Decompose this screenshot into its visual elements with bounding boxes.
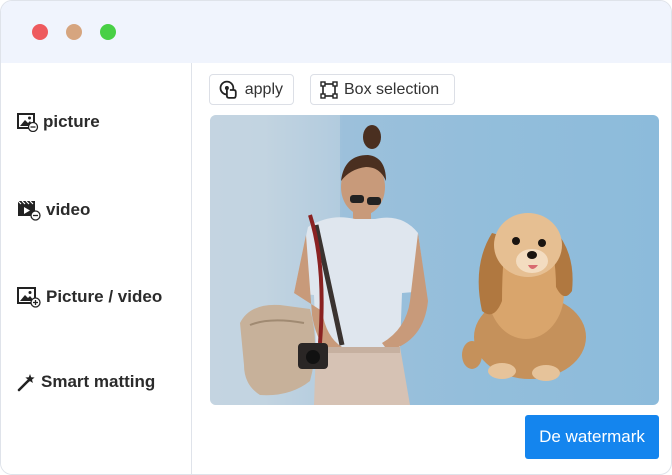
- sidebar: picture video Picture / video Smart matt…: [1, 63, 192, 474]
- close-window-button[interactable]: [32, 24, 48, 40]
- puppy-figure: [462, 213, 586, 381]
- video-minus-icon: [17, 200, 41, 221]
- title-bar: [1, 1, 671, 63]
- maximize-window-button[interactable]: [100, 24, 116, 40]
- image-canvas[interactable]: [210, 115, 659, 405]
- sidebar-item-smart-matting[interactable]: Smart matting: [17, 368, 155, 396]
- sidebar-item-picture[interactable]: picture: [17, 108, 100, 136]
- box-selection-button[interactable]: Box selection: [310, 74, 455, 105]
- magic-wand-icon: [17, 374, 35, 392]
- image-plus-icon: [17, 287, 41, 308]
- sidebar-item-video[interactable]: video: [17, 196, 90, 224]
- image-minus-icon: [17, 113, 39, 132]
- sidebar-item-label: video: [46, 200, 91, 219]
- touch-apply-icon: [219, 80, 237, 99]
- de-watermark-button[interactable]: De watermark: [525, 415, 659, 459]
- sidebar-item-label: Smart matting: [41, 372, 156, 391]
- box-select-icon: [320, 80, 338, 99]
- sidebar-item-picture-video[interactable]: Picture / video: [17, 283, 162, 311]
- photo-illustration: [210, 115, 586, 405]
- sidebar-item-label: Picture / video: [46, 287, 163, 306]
- minimize-window-button[interactable]: [66, 24, 82, 40]
- sidebar-item-label: picture: [43, 112, 100, 131]
- apply-button[interactable]: apply: [209, 74, 294, 105]
- app-window: picture video Picture / video Smart matt…: [0, 0, 672, 475]
- apply-label: apply: [244, 80, 283, 98]
- box-selection-label: Box selection: [344, 80, 440, 98]
